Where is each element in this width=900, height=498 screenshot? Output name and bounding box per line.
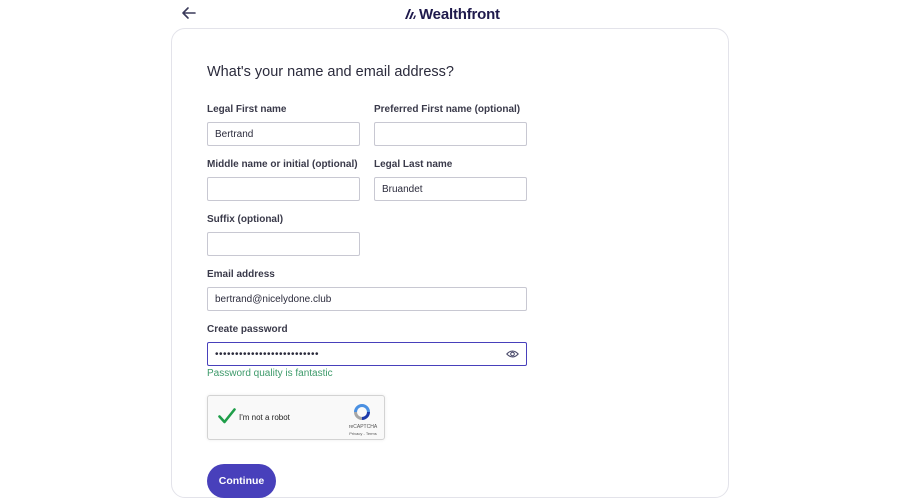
recaptcha-logo-icon bbox=[354, 404, 370, 420]
preferred-first-name-label: Preferred First name (optional) bbox=[374, 104, 521, 115]
email-label: Email address bbox=[207, 269, 275, 280]
legal-first-name-input[interactable] bbox=[207, 122, 360, 146]
eye-icon[interactable] bbox=[506, 349, 519, 359]
preferred-first-name-input[interactable] bbox=[374, 122, 527, 146]
password-label: Create password bbox=[207, 324, 288, 335]
page-title: What's your name and email address? bbox=[207, 64, 454, 80]
password-quality-text: Password quality is fantastic bbox=[207, 368, 333, 379]
recaptcha-widget: I'm not a robot reCAPTCHA Privacy - Term… bbox=[207, 395, 385, 440]
back-button[interactable] bbox=[180, 5, 198, 23]
captcha-links[interactable]: Privacy - Terms bbox=[341, 431, 385, 436]
legal-first-name-label: Legal First name bbox=[207, 104, 287, 115]
password-input[interactable] bbox=[207, 342, 527, 366]
email-input[interactable] bbox=[207, 287, 527, 311]
logo-text: Wealthfront bbox=[419, 5, 500, 23]
checkmark-icon[interactable] bbox=[218, 408, 236, 424]
legal-last-name-input[interactable] bbox=[374, 177, 527, 201]
captcha-label: I'm not a robot bbox=[239, 413, 290, 422]
continue-button[interactable]: Continue bbox=[207, 464, 276, 498]
top-bar: Wealthfront bbox=[0, 0, 900, 28]
middle-name-label: Middle name or initial (optional) bbox=[207, 159, 358, 170]
wealthfront-logo[interactable]: Wealthfront bbox=[404, 4, 500, 24]
suffix-input[interactable] bbox=[207, 232, 360, 256]
wealthfront-mark-icon bbox=[405, 9, 416, 19]
middle-name-input[interactable] bbox=[207, 177, 360, 201]
suffix-label: Suffix (optional) bbox=[207, 214, 284, 225]
captcha-brand: reCAPTCHA bbox=[348, 424, 378, 430]
arrow-left-icon bbox=[182, 7, 196, 19]
legal-last-name-label: Legal Last name bbox=[374, 159, 453, 170]
